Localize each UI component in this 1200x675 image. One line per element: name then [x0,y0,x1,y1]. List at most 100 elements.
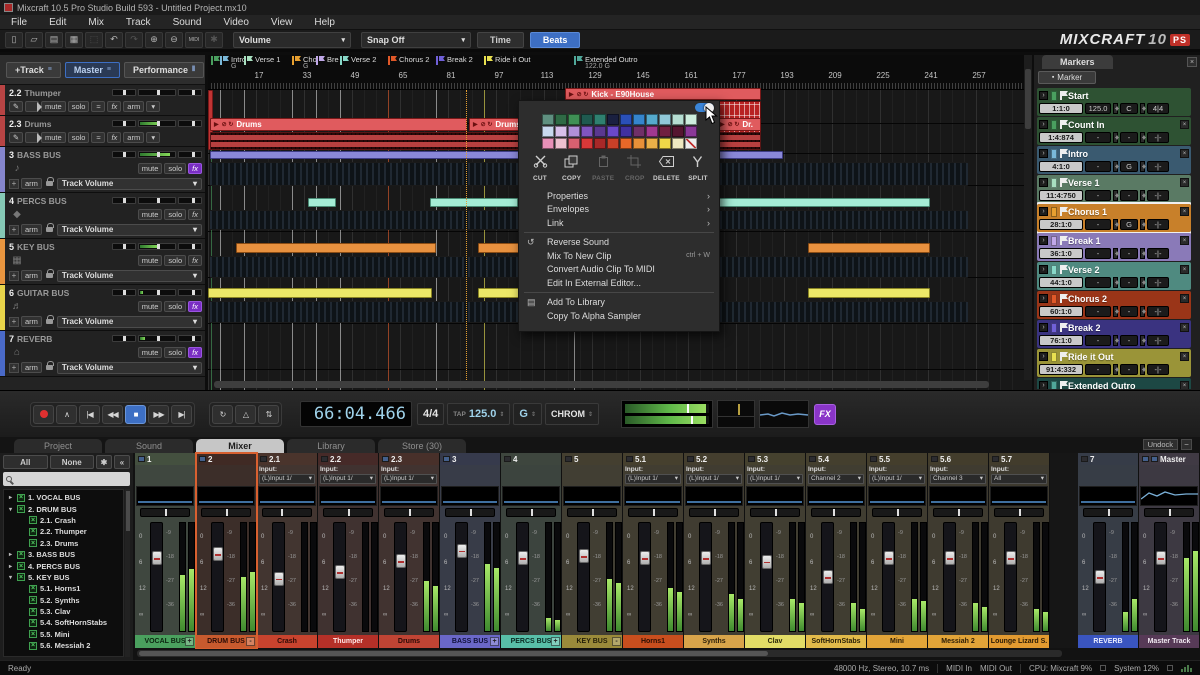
marker-timesig-field[interactable]: -|- [1147,248,1169,259]
track-drums[interactable]: 2.3Drums✎mutesolo≈fxarm▾ [0,116,205,147]
teal-clip[interactable] [718,198,930,207]
pan-slider[interactable] [384,508,434,517]
arm-button[interactable]: arm [21,224,42,235]
eq-display[interactable] [624,486,682,506]
color-swatch[interactable] [685,126,697,137]
pan-slider[interactable] [994,508,1044,517]
minimize-panel-button[interactable]: − [1181,439,1192,450]
timeline-vertical-scrollbar[interactable] [1024,55,1032,380]
marker-timesig-field[interactable]: -|- [1147,277,1169,288]
eq-display[interactable] [1140,486,1198,506]
menu-track[interactable]: Track [115,15,162,29]
marker-timesig-field[interactable]: -|- [1147,219,1169,230]
mini-slider[interactable] [112,243,136,250]
channel-strip-4[interactable]: 40612∞-9-18-27-36PERCS BUS+ [501,453,562,648]
tree-checkbox[interactable]: × [17,494,25,502]
marker-color-chip[interactable] [1051,265,1057,275]
mini-slider[interactable] [178,120,202,127]
marker-timesig-field[interactable]: -|- [1147,161,1169,172]
color-swatch[interactable] [542,114,554,125]
stop-button[interactable]: ■ [125,405,146,424]
pan-slider[interactable] [1083,508,1133,517]
pan-slider[interactable] [445,508,495,517]
marker-time-field[interactable]: 1:4:874 [1039,132,1083,143]
mute-button[interactable]: mute [138,163,163,174]
tree-checkbox[interactable]: × [17,505,25,513]
volume-fader[interactable] [455,522,468,632]
fader-knob[interactable] [823,570,833,584]
clip-loop-icon[interactable]: ⊘ ↻ [481,121,493,128]
tree-item-2-3-drums[interactable]: ×2.3. Drums [4,538,123,549]
marker-color-chip[interactable] [1051,91,1057,101]
clip-play-icon[interactable]: ▶ [720,121,725,128]
undo-icon[interactable]: ↶ [105,32,123,48]
time-button[interactable]: Time [477,32,524,48]
color-swatch[interactable] [685,114,697,125]
input-select[interactable]: Channel 3▾ [930,474,986,484]
eq-display[interactable] [441,486,499,506]
key-spinner[interactable] [1140,248,1145,259]
gear-icon[interactable]: ✱ [96,455,112,469]
channel-strip-2-1[interactable]: 2.1Input:(L)Input 1/▾0612∞-9-18-27-36Cra… [257,453,318,648]
mini-slider[interactable] [178,289,202,296]
strip-header[interactable]: 5.1 [623,453,683,465]
channel-strip-5[interactable]: 50612∞-9-18-27-36KEY BUS- [562,453,623,648]
fader-knob[interactable] [640,551,650,565]
color-swatch[interactable] [620,114,632,125]
marker-delete-button[interactable]: × [1180,294,1189,303]
select-none-button[interactable]: None [50,455,95,469]
color-swatch[interactable] [633,114,645,125]
marker-row-break-1[interactable]: ›Break 1×36:1:0---|- [1037,233,1191,261]
input-select[interactable]: (L)Input 1/▾ [259,474,315,484]
volume-fader[interactable] [577,522,590,632]
eq-display[interactable] [868,486,926,506]
marker-color-chip[interactable] [1051,178,1057,188]
menu-sound[interactable]: Sound [162,15,213,29]
marker-color-chip[interactable] [1051,294,1057,304]
arm-button[interactable]: arm [21,270,42,281]
marker-key-field[interactable]: - [1120,335,1138,346]
channel-strip-2-2[interactable]: 2.2Input:(L)Input 1/▾0612∞-9-18-27-36Thu… [318,453,379,648]
volume-fader[interactable] [943,522,956,632]
strip-header[interactable]: 5.4 [806,453,866,465]
input-select[interactable]: (L)Input 1/▾ [625,474,681,484]
fader-knob[interactable] [396,554,406,568]
snap-select[interactable]: Snap Off▾ [361,32,471,48]
teal-clip[interactable] [430,198,518,207]
tree-checkbox[interactable]: × [29,630,37,638]
mixer-search-input[interactable] [3,472,130,486]
marker-key-field[interactable]: - [1120,364,1138,375]
key-spinner[interactable] [1140,219,1145,230]
tempo-spinner[interactable] [1113,248,1118,259]
marker-tempo-field[interactable]: - [1085,219,1111,230]
levels-button[interactable]: ⇅ [258,405,279,424]
sidebar-scrollbar[interactable] [125,489,130,657]
eq-display[interactable] [502,486,560,506]
mini-slider[interactable] [138,120,176,127]
tempo-spinner[interactable] [1113,161,1118,172]
pan-slider[interactable] [1144,508,1194,517]
marker-key-field[interactable]: G [1120,161,1138,172]
strip-name-label[interactable]: Clav [745,635,805,648]
fx-button[interactable]: fx [188,347,202,358]
audio-clip-dr-[interactable]: ▶⊘ ↻Dr. [716,118,761,131]
marker-expand-button[interactable]: › [1039,207,1048,216]
tree-item-5-6-messiah-2[interactable]: ×5.6. Messiah 2 [4,640,123,651]
mini-slider[interactable] [138,151,176,158]
mini-slider[interactable] [112,151,136,158]
marker-row-start[interactable]: ›Start1:1:0125.0C4|4 [1037,88,1191,116]
marker-row-intro[interactable]: ›Intro×4:1:0-G-|- [1037,146,1191,174]
chevron-down-icon[interactable]: ▾ [146,101,160,112]
yellow-clip[interactable] [208,288,432,298]
timeline[interactable]: 1733496581971131291451611771932092252412… [208,55,1032,390]
marker-time-field[interactable]: 91:4:332 [1039,364,1083,375]
beats-button[interactable]: Beats [530,32,581,48]
pan-slider[interactable] [628,508,678,517]
arm-button[interactable]: arm [123,101,144,112]
strip-name-label[interactable]: Master Track [1139,635,1199,648]
fx-button[interactable]: fx [107,132,121,143]
tree-checkbox[interactable]: × [29,619,37,627]
to-end-button[interactable]: ▶| [171,405,192,424]
tree-checkbox[interactable]: × [17,551,25,559]
marker-delete-button[interactable]: × [1180,120,1189,129]
